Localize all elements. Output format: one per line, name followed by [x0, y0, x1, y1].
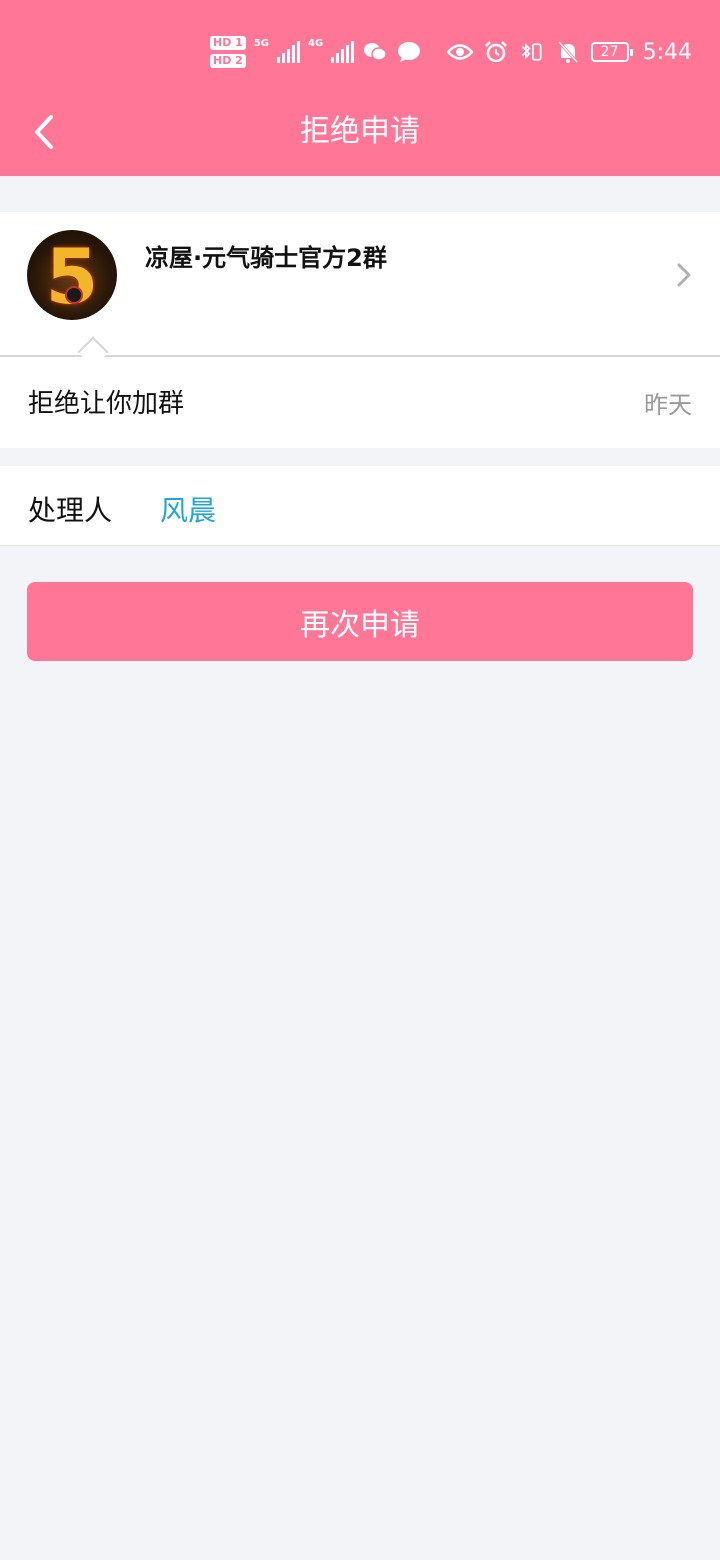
reject-time: 昨天: [644, 391, 692, 419]
mute-bell-icon: [555, 39, 581, 65]
handler-label: 处理人: [28, 494, 113, 527]
status-bar-right: 27 5:44: [446, 32, 692, 72]
page-title: 拒绝申请: [300, 114, 420, 149]
group-card: 5 凉屋·元气骑士官方2群 拒绝让你加群 昨天: [0, 212, 720, 448]
handler-name-link[interactable]: 风晨: [160, 489, 216, 529]
hd1-badge: HD 1: [210, 36, 246, 50]
avatar-logo-text: 5: [45, 232, 99, 320]
hd-indicators: HD 1 HD 2: [210, 36, 246, 68]
sim1-signal-icon: [277, 41, 300, 63]
group-info-row[interactable]: 5 凉屋·元气骑士官方2群: [0, 212, 720, 355]
bluetooth-vibrate-icon: [519, 39, 545, 65]
group-name: 凉屋·元气骑士官方2群: [145, 244, 387, 272]
hd2-badge: HD 2: [210, 54, 246, 68]
header: HD 1 HD 2 5G 4G 27 5:44 拒绝申请: [0, 0, 720, 176]
alarm-icon: [483, 39, 509, 65]
message-icon: [396, 39, 422, 65]
status-bar-left: HD 1 HD 2 5G 4G: [210, 32, 422, 72]
reapply-button[interactable]: 再次申请: [27, 582, 693, 661]
eye-icon: [446, 39, 473, 65]
battery-icon: 27: [590, 42, 633, 62]
reject-status-row: 拒绝让你加群 昨天: [0, 357, 720, 448]
status-clock: 5:44: [642, 39, 692, 65]
sim2-signal-icon: [331, 41, 355, 63]
avatar-character: [65, 286, 83, 304]
wechat-icon: [362, 39, 388, 65]
reject-message: 拒绝让你加群: [28, 389, 185, 419]
status-bar: HD 1 HD 2 5G 4G 27 5:44: [0, 26, 720, 78]
chevron-right-icon: [677, 263, 691, 287]
sim2-network-label: 4G: [308, 38, 324, 49]
handler-row: 处理人 风晨: [0, 466, 720, 546]
group-avatar[interactable]: 5: [27, 230, 117, 320]
sim1-network-label: 5G: [253, 38, 269, 49]
